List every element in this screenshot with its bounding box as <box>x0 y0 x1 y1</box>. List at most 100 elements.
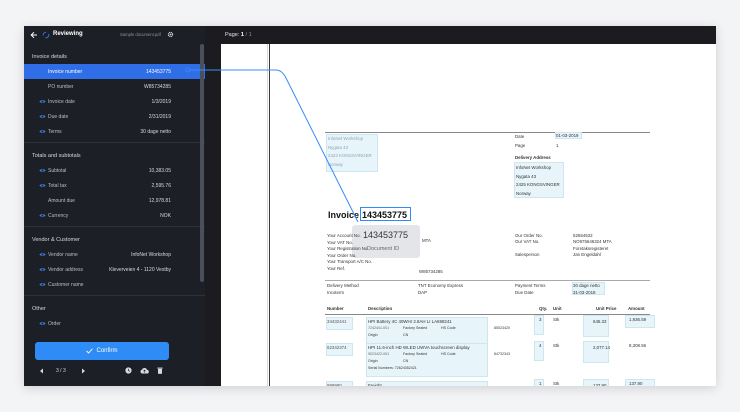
item-number: 999990 <box>327 383 342 386</box>
field-row[interactable]: Order <box>24 316 205 331</box>
trash-icon[interactable] <box>157 367 163 376</box>
eye-icon[interactable] <box>39 267 46 272</box>
eye-icon[interactable] <box>39 213 46 218</box>
next-icon[interactable] <box>81 368 86 376</box>
desc-highlight <box>366 381 488 386</box>
pdf-page[interactable]: InfoNet Workshop Nygata 43 2423 KONGSVINGE… <box>221 44 716 386</box>
field-row[interactable]: Customer name <box>24 277 205 292</box>
clock-icon[interactable] <box>125 367 132 376</box>
doc-line: Nygata 43 <box>328 144 349 150</box>
gear-icon[interactable] <box>167 31 174 38</box>
eye-icon[interactable] <box>39 114 46 119</box>
doc-line: Your VAT No. <box>327 239 353 245</box>
eye-icon[interactable] <box>39 282 46 287</box>
field-row[interactable]: Invoice number 143453775 <box>24 64 205 79</box>
page-edge <box>267 44 268 386</box>
fields-list[interactable]: Invoice details Invoice number 143453775 PO… <box>24 44 205 336</box>
field-label: Vendor name <box>48 251 78 258</box>
section-title: Totals and subtotals <box>32 153 81 159</box>
vat-value: MTA <box>422 238 431 243</box>
payment-terms-label: Payment Terms <box>515 283 546 288</box>
doc-line: Nygata 43 <box>516 173 537 179</box>
field-row[interactable]: Invoice date 1/3/2019 <box>24 94 205 109</box>
col-header: Unit Price <box>596 306 617 311</box>
item-hsv: 85023420 <box>494 326 510 330</box>
field-row[interactable]: Currency NOK <box>24 208 205 223</box>
item-price: 2,077.14 <box>593 345 611 350</box>
pager-text: 3 / 3 <box>56 368 66 374</box>
eye-icon[interactable] <box>39 129 46 134</box>
eye-icon[interactable] <box>39 252 46 257</box>
status-title: Reviewing <box>53 31 83 37</box>
scrollbar[interactable] <box>200 44 204 282</box>
payment-terms: 30 dage netto <box>573 283 600 288</box>
header-rule <box>325 132 650 133</box>
page-current: 1 <box>240 32 244 38</box>
confirm-button[interactable]: Confirm <box>35 342 169 360</box>
field-row[interactable]: Amount due 12,978.81 <box>24 193 205 208</box>
eye-icon[interactable] <box>39 321 46 326</box>
bottom-toolbar: 3 / 3 <box>34 365 174 379</box>
tooltip-label: Document ID <box>367 246 400 252</box>
field-label: Vendor address <box>48 266 84 273</box>
invoice-number: 143453775 <box>362 210 408 220</box>
section-title: Other <box>32 306 46 312</box>
page-label: Page: 1 / 1 <box>225 32 252 38</box>
delivery-method: TNT Economy Express <box>418 283 464 288</box>
field-row[interactable]: Subtotal 10,383.05 <box>24 163 205 178</box>
item-desc: HPI Battery 4C 40WHr 2.8AH LI LA698241 <box>368 319 452 324</box>
doc-line: Your Registration No. <box>327 246 369 251</box>
col-header: Unit <box>553 306 562 311</box>
back-arrow-icon[interactable] <box>30 31 38 39</box>
section-title: Invoice details <box>32 54 67 60</box>
field-value: Kleverveien 4 - 1120 Vestby <box>109 266 171 273</box>
item-amount: 1,936.59 <box>629 317 647 322</box>
your-ref-value: W85734285 <box>419 269 443 274</box>
item-hs: HS Code <box>441 326 456 330</box>
delivery-method-label: Delivery Method <box>327 283 359 288</box>
item-number: 62342374 <box>327 345 347 350</box>
field-row[interactable]: PO number W85734285 <box>24 79 205 94</box>
field-row[interactable]: Due date 2/31/2019 <box>24 109 205 124</box>
date-value: 01-03-2019 <box>556 133 579 138</box>
prev-icon[interactable] <box>39 368 44 376</box>
tooltip-value: 143453775 <box>363 230 409 240</box>
confirm-label: Confirm <box>96 348 118 354</box>
eye-icon[interactable] <box>39 183 46 188</box>
app-window: Reviewing Sample document.pdf Invoice de… <box>24 26 716 386</box>
check-icon <box>86 348 94 354</box>
due-date: 31-03-2019 <box>573 290 596 295</box>
item-unit: Stk <box>553 317 560 322</box>
cloud-upload-icon[interactable] <box>140 367 149 376</box>
item-amount: 137.90 <box>629 381 643 386</box>
field-value: 1/3/2019 <box>151 98 171 105</box>
item-unit: Stk <box>553 381 560 386</box>
item-desc: HPI 11.6-inch HD WLED UWVA touchscreen d… <box>368 345 470 350</box>
field-row[interactable]: Terms 30 dage netto <box>24 124 205 139</box>
eye-icon[interactable] <box>39 168 46 173</box>
item-origin: Origin <box>368 359 378 363</box>
field-row[interactable]: Total tax 2,595.76 <box>24 178 205 193</box>
doc-line: Norway <box>328 161 343 167</box>
field-row[interactable]: Vendor name InfoNet Workshop <box>24 247 205 262</box>
item-serial: Serial Numbers: 72624352421 <box>368 366 417 370</box>
document-id-tooltip: 143453775 Document ID <box>352 225 420 258</box>
doc-line: InfoNet Workshop <box>328 136 364 141</box>
field-label: PO number <box>48 83 74 90</box>
field-sidebar: Reviewing Sample document.pdf Invoice de… <box>24 26 205 386</box>
spinner-icon <box>42 31 50 39</box>
item-price: 137.90 <box>593 383 607 386</box>
page-no-value: 1 <box>556 143 559 148</box>
eye-icon[interactable] <box>39 99 46 104</box>
field-value: InfoNet Workshop <box>131 251 171 258</box>
page-sep: / <box>245 32 248 38</box>
field-row[interactable]: Vendor address Kleverveien 4 - 1120 Vestb… <box>24 262 205 277</box>
doc-line: Your Order No. <box>327 252 357 258</box>
section-title: Vendor & Customer <box>32 237 80 243</box>
field-label: Customer name <box>48 281 84 288</box>
field-value: 12,978.81 <box>148 197 171 204</box>
invoice-word: Invoice <box>328 210 360 220</box>
item-number: 34432441 <box>327 319 347 324</box>
field-label: Amount due <box>48 197 75 204</box>
our-ref-label: Salesperson <box>515 251 540 257</box>
